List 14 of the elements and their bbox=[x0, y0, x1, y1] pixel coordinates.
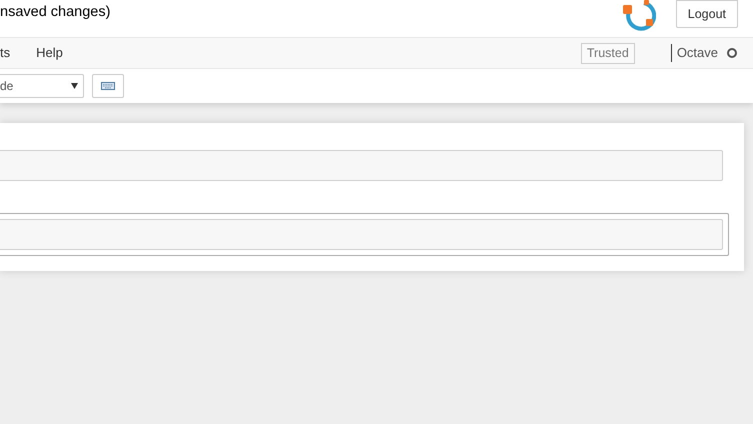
code-input[interactable] bbox=[0, 219, 723, 250]
notebook-title[interactable]: nsaved changes) bbox=[0, 2, 110, 24]
logout-button[interactable]: Logout bbox=[676, 0, 738, 28]
menu-item[interactable]: ts bbox=[0, 43, 10, 63]
logo-icon bbox=[622, 0, 656, 30]
kernel-name: Octave bbox=[676, 44, 718, 62]
code-input[interactable] bbox=[0, 150, 723, 181]
notebook-cell[interactable] bbox=[0, 213, 729, 256]
keyboard-button[interactable] bbox=[92, 74, 124, 98]
keyboard-icon bbox=[101, 82, 115, 90]
caret-icon bbox=[71, 83, 78, 89]
menu-item[interactable]: Help bbox=[36, 43, 63, 63]
trusted-badge[interactable]: Trusted bbox=[580, 42, 635, 64]
cell-type-select[interactable]: de bbox=[0, 74, 84, 98]
